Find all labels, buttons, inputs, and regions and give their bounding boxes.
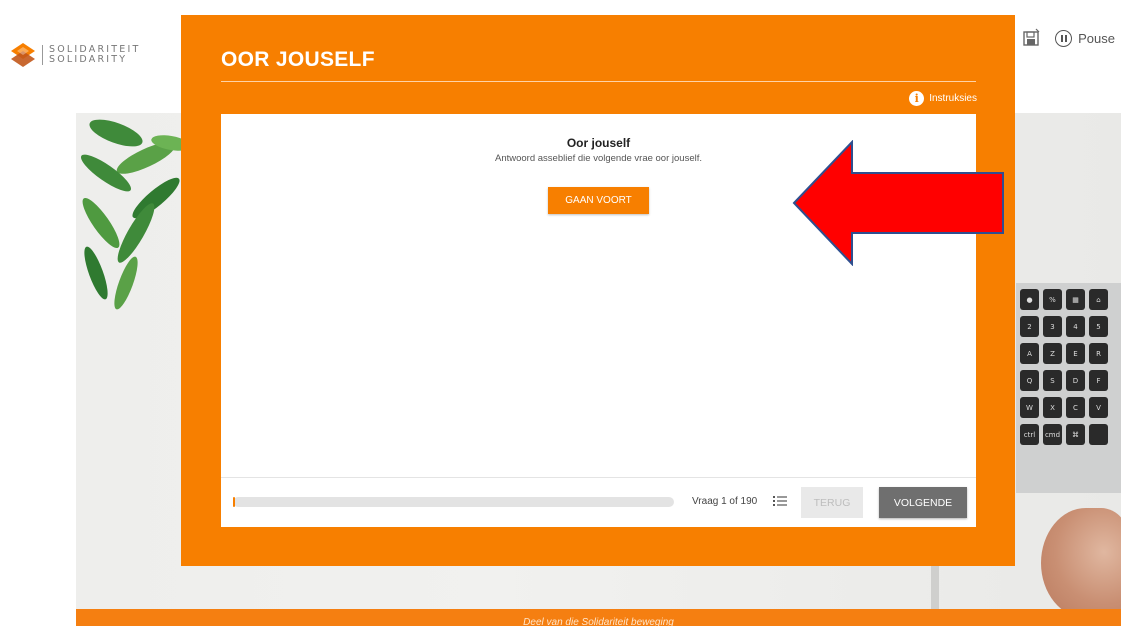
question-counter: Vraag 1 of 190 [692,496,758,507]
keyboard-row: ctrl cmd ⌘ [1020,424,1121,445]
question-list-icon[interactable] [773,495,787,507]
keyboard-key: X [1043,397,1062,418]
keyboard-key: 4 [1066,316,1085,337]
keyboard-key: S [1043,370,1062,391]
keyboard-key: cmd [1043,424,1062,445]
keyboard-row: AZER [1020,343,1121,364]
keyboard-key: ⌂ [1089,289,1108,310]
keyboard-key: V [1089,397,1108,418]
title-divider [221,81,976,82]
red-arrow-annotation [792,140,1004,266]
keyboard-image: ●% ▦ ⌂ 2 3 4 5 A Z E R Q S D F W X C Vctrl cmd ⌘ [1016,283,1121,493]
continue-button[interactable]: GAAN VOORT [548,187,649,214]
keyboard-key: 5 [1089,316,1108,337]
next-button[interactable]: VOLGENDE [879,487,967,518]
keyboard-key: Q [1020,370,1039,391]
keyboard-key: Z [1043,343,1062,364]
progress-fill [233,497,236,507]
hand-image [1041,508,1121,610]
back-button[interactable]: TERUG [801,487,863,518]
keyboard-key [1089,424,1108,445]
keyboard-row: QSDF [1020,370,1121,391]
pause-icon [1055,29,1073,47]
page: SOLIDARITEIT SOLIDARITY Pouse ● % ▦ ⌂ 2 … [0,0,1121,626]
survey-panel: OOR JOUSELF i Instruksies Oor jouself An… [181,15,1015,566]
info-icon: i [909,91,925,106]
keyboard-key: ⌘ [1066,424,1085,445]
footer: Deel van die Solidariteit beweging [76,609,1121,626]
keyboard-key: ● [1020,289,1039,310]
keyboard-row: WXCV [1020,397,1121,418]
page-title: OOR JOUSELF [221,48,375,71]
footer-text: Deel van die Solidariteit beweging [523,617,674,626]
solidarity-logo[interactable]: SOLIDARITEIT SOLIDARITY [10,42,140,68]
keyboard-key: A [1020,343,1039,364]
logo-wordmark: SOLIDARITEIT SOLIDARITY [49,45,140,65]
plant-image [81,119,186,310]
nav-divider [221,477,976,478]
instructions-label: Instruksies [929,93,977,104]
instructions-link[interactable]: i Instruksies [909,91,977,106]
keyboard-key: R [1089,343,1108,364]
keyboard-key: 2 [1020,316,1039,337]
keyboard-key: % [1043,289,1062,310]
keyboard-key: E [1066,343,1085,364]
keyboard-key: C [1066,397,1085,418]
keyboard-key: 3 [1043,316,1062,337]
progress-bar [233,497,674,507]
keyboard-key: D [1066,370,1085,391]
logo-separator [42,45,43,65]
keyboard-key: W [1020,397,1039,418]
logo-line-2: SOLIDARITY [49,54,128,65]
pause-label: Pouse [1078,30,1115,46]
top-toolbar: Pouse [1021,28,1115,48]
save-icon[interactable] [1021,28,1041,48]
solidarity-logo-icon [11,43,35,67]
keyboard-key: ctrl [1020,424,1039,445]
keyboard-row: ●% ▦ ⌂ [1020,289,1121,310]
keyboard-row: 2345 [1020,316,1121,337]
pause-button[interactable]: Pouse [1055,29,1115,47]
keyboard-key: F [1089,370,1108,391]
keyboard-key: ▦ [1066,289,1085,310]
